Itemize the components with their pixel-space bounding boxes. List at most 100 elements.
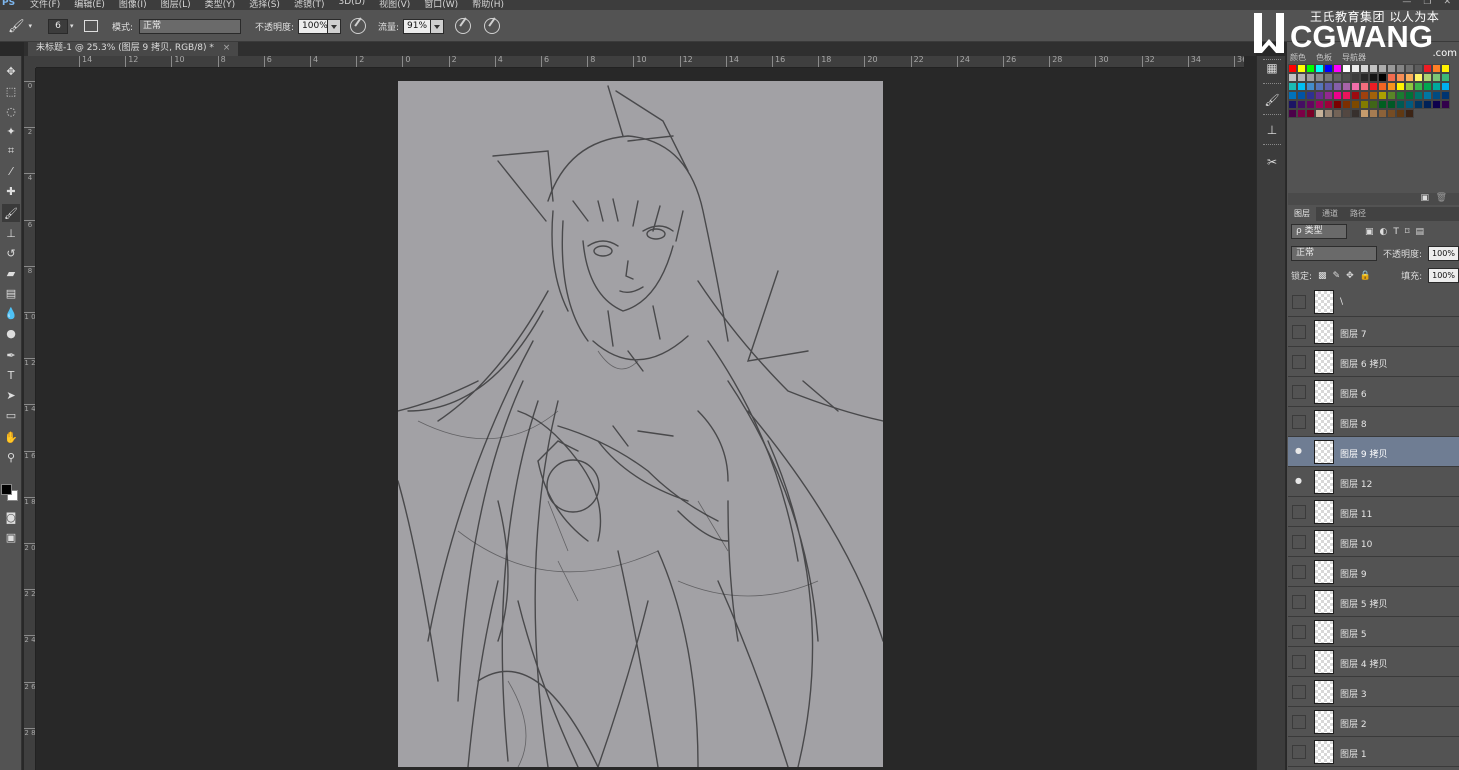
- tab-channels[interactable]: 通道: [1316, 207, 1344, 221]
- layer-name[interactable]: 图层 1: [1340, 747, 1367, 760]
- color-swatch[interactable]: [1378, 91, 1387, 100]
- color-swatch[interactable]: [1387, 64, 1396, 73]
- tab-layers[interactable]: 图层: [1288, 207, 1316, 221]
- hand-tool-icon[interactable]: ✋: [2, 428, 20, 446]
- mode-select[interactable]: 正常: [139, 18, 242, 34]
- layer-row[interactable]: 图层 9 拷贝: [1288, 437, 1459, 467]
- color-swatch[interactable]: [1423, 100, 1432, 109]
- move-tool-icon[interactable]: ✥: [2, 62, 20, 80]
- color-swatch[interactable]: [1432, 91, 1441, 100]
- color-swatch[interactable]: [1405, 82, 1414, 91]
- color-swatch[interactable]: [1396, 91, 1405, 100]
- layer-row[interactable]: 图层 5 拷贝: [1288, 587, 1459, 617]
- color-swatch[interactable]: [1333, 73, 1342, 82]
- flow-dropdown[interactable]: [431, 18, 445, 34]
- menu-item[interactable]: 文件(F): [30, 0, 60, 10]
- pressure-size-icon[interactable]: [484, 18, 500, 34]
- visibility-eye-icon[interactable]: [1292, 565, 1306, 579]
- color-swatch[interactable]: [1369, 82, 1378, 91]
- brush-tool-preset[interactable]: 🖌 ▾: [8, 17, 32, 35]
- color-swatch[interactable]: [1315, 91, 1324, 100]
- layer-kind-filter[interactable]: ρ 类型: [1291, 224, 1347, 239]
- color-swatch[interactable]: [1333, 100, 1342, 109]
- visibility-eye-icon[interactable]: [1292, 745, 1306, 759]
- brush-presets-icon[interactable]: 🖌: [1261, 90, 1283, 110]
- color-swatch[interactable]: [1441, 82, 1450, 91]
- dodge-tool-icon[interactable]: ●: [2, 324, 20, 342]
- color-swatch[interactable]: [1387, 91, 1396, 100]
- crop-tool-icon[interactable]: ⌗: [2, 142, 20, 160]
- eyedropper-tool-icon[interactable]: ⁄: [2, 162, 20, 180]
- color-swatch[interactable]: [1405, 73, 1414, 82]
- color-swatch[interactable]: [1414, 64, 1423, 73]
- color-swatch[interactable]: [1306, 109, 1315, 118]
- color-swatch[interactable]: [1360, 82, 1369, 91]
- layer-name[interactable]: 图层 10: [1340, 537, 1372, 550]
- layer-row[interactable]: 图层 9: [1288, 557, 1459, 587]
- color-swatch[interactable]: [1333, 82, 1342, 91]
- color-swatch[interactable]: [1306, 91, 1315, 100]
- color-swatch[interactable]: [1378, 82, 1387, 91]
- menu-item[interactable]: 视图(V): [379, 0, 410, 10]
- menu-item[interactable]: 3D(D): [338, 0, 365, 10]
- color-swatch[interactable]: [1288, 100, 1297, 109]
- magic-wand-tool-icon[interactable]: ✦: [2, 122, 20, 140]
- layer-row[interactable]: 图层 6: [1288, 377, 1459, 407]
- layer-name[interactable]: 图层 12: [1340, 477, 1372, 490]
- type-filter-icon[interactable]: T: [1393, 227, 1399, 237]
- color-swatch[interactable]: [1396, 64, 1405, 73]
- color-swatch[interactable]: [1432, 73, 1441, 82]
- color-swatch[interactable]: [1360, 100, 1369, 109]
- layer-opacity-input[interactable]: 100%: [1428, 246, 1459, 261]
- delete-swatch-icon[interactable]: 🗑: [1436, 193, 1447, 203]
- color-swatch[interactable]: [1351, 82, 1360, 91]
- color-swatch[interactable]: [1423, 73, 1432, 82]
- path-selection-tool-icon[interactable]: ➤: [2, 386, 20, 404]
- layer-name[interactable]: 图层 5: [1340, 627, 1367, 640]
- clone-source-icon[interactable]: ⊥: [1261, 120, 1283, 140]
- color-swatch[interactable]: [1297, 73, 1306, 82]
- layer-row[interactable]: 图层 5: [1288, 617, 1459, 647]
- menu-item[interactable]: 类型(Y): [205, 0, 236, 10]
- tab-paths[interactable]: 路径: [1344, 207, 1372, 221]
- smart-object-filter-icon[interactable]: ▤: [1416, 227, 1425, 237]
- color-swatch[interactable]: [1324, 82, 1333, 91]
- visibility-eye-icon[interactable]: [1292, 625, 1306, 639]
- rectangle-tool-icon[interactable]: ▭: [2, 406, 20, 424]
- menu-item[interactable]: 图像(I): [119, 0, 147, 10]
- visibility-eye-icon[interactable]: [1292, 355, 1306, 369]
- color-swatch[interactable]: [1342, 109, 1351, 118]
- healing-brush-tool-icon[interactable]: ✚: [2, 182, 20, 200]
- color-swatch[interactable]: [1297, 109, 1306, 118]
- type-tool-icon[interactable]: T: [2, 366, 20, 384]
- color-swatch[interactable]: [1414, 100, 1423, 109]
- color-swatch[interactable]: [1351, 100, 1360, 109]
- layer-name[interactable]: 图层 6 拷贝: [1340, 357, 1387, 370]
- layer-row[interactable]: 图层 11: [1288, 497, 1459, 527]
- color-swatch[interactable]: [1324, 73, 1333, 82]
- clone-stamp-tool-icon[interactable]: ⊥: [2, 224, 20, 242]
- color-swatch[interactable]: [1288, 82, 1297, 91]
- visibility-eye-icon[interactable]: [1292, 415, 1306, 429]
- layer-row[interactable]: 图层 4 拷贝: [1288, 647, 1459, 677]
- color-swatch[interactable]: [1441, 73, 1450, 82]
- color-swatch[interactable]: [1306, 100, 1315, 109]
- lock-pixels-icon[interactable]: ✎: [1333, 271, 1341, 281]
- airbrush-icon[interactable]: [455, 18, 471, 34]
- layer-name[interactable]: 图层 2: [1340, 717, 1367, 730]
- color-swatch[interactable]: [1324, 91, 1333, 100]
- marquee-tool-icon[interactable]: ⬚: [2, 82, 20, 100]
- dock-grip[interactable]: [1263, 83, 1281, 85]
- layer-row[interactable]: 图层 12: [1288, 467, 1459, 497]
- color-swatch[interactable]: [1351, 109, 1360, 118]
- color-swatch[interactable]: [1441, 91, 1450, 100]
- color-swatch[interactable]: [1315, 82, 1324, 91]
- menu-item[interactable]: 滤镜(T): [294, 0, 325, 10]
- color-swatch[interactable]: [1315, 73, 1324, 82]
- layer-name[interactable]: 图层 4 拷贝: [1340, 657, 1387, 670]
- visibility-eye-icon[interactable]: [1292, 685, 1306, 699]
- color-swatch[interactable]: [1414, 82, 1423, 91]
- color-swatch[interactable]: [1288, 109, 1297, 118]
- pixel-filter-icon[interactable]: ▣: [1365, 227, 1374, 237]
- color-swatch[interactable]: [1288, 91, 1297, 100]
